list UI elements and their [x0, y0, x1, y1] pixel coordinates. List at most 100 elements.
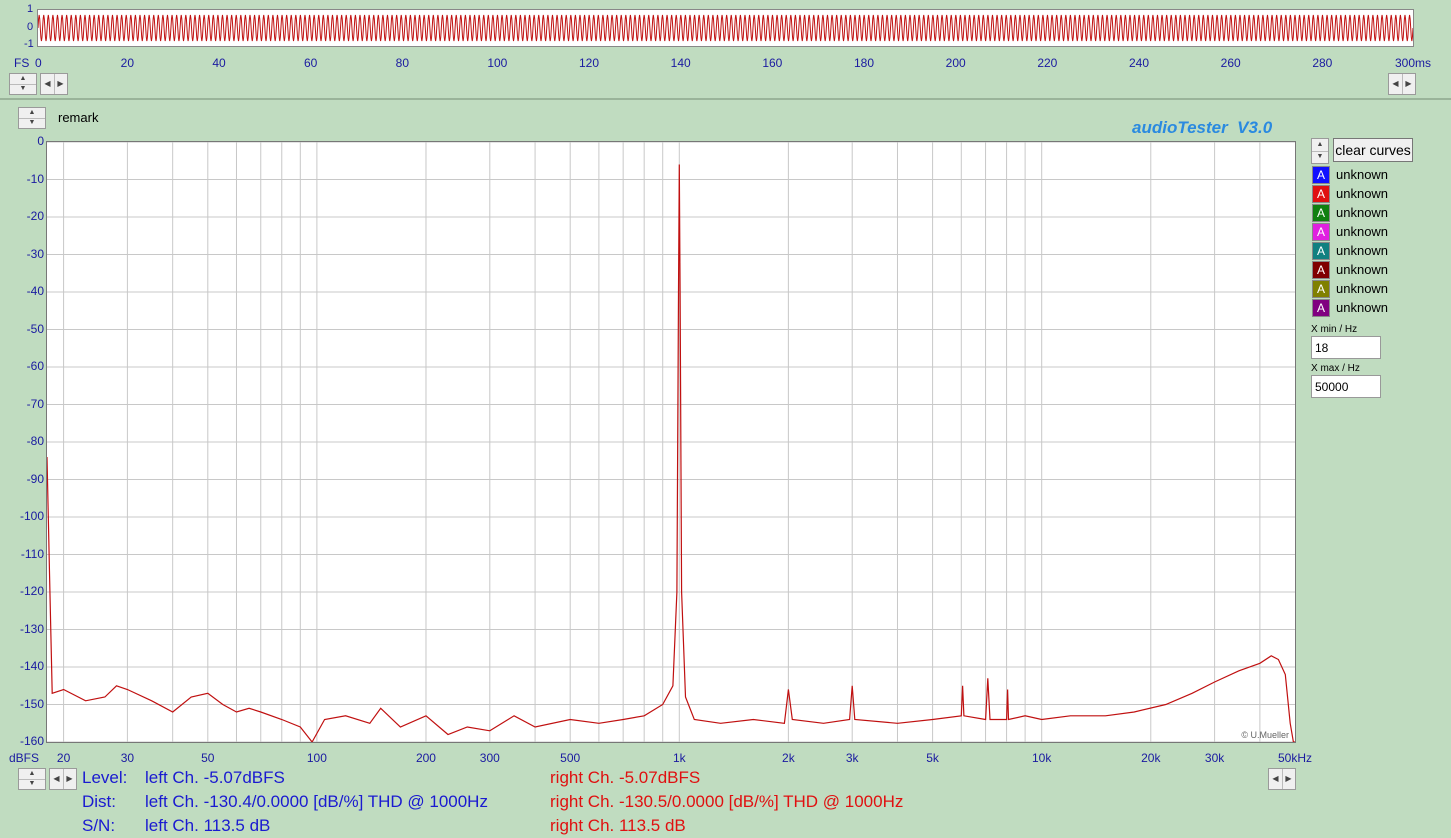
spectrum-plot: © U.Mueller — [46, 141, 1296, 744]
legend-item[interactable]: Aunknown — [1312, 299, 1432, 317]
level-label: Level: — [82, 768, 128, 787]
xmax-input[interactable] — [1311, 375, 1381, 398]
curve-toggle-icon[interactable]: A — [1312, 166, 1330, 184]
y-tick-label: -20 — [26, 209, 44, 223]
waveform-x-tick: 20 — [120, 56, 135, 70]
legend-item[interactable]: Aunknown — [1312, 280, 1432, 298]
spinner-down-icon[interactable]: ▼ — [19, 118, 45, 128]
right-sn-value: right Ch. 113.5 dB — [550, 816, 686, 835]
legend-item[interactable]: Aunknown — [1312, 223, 1432, 241]
curve-toggle-icon[interactable]: A — [1312, 261, 1330, 279]
y-tick-label: -100 — [19, 509, 44, 523]
x-tick-label: 10k — [1032, 751, 1052, 765]
y-tick-label: -140 — [19, 659, 44, 673]
y-tick-label: 0 — [37, 134, 44, 148]
legend-item[interactable]: Aunknown — [1312, 185, 1432, 203]
waveform-x-tick: 40 — [212, 56, 226, 70]
dist-label: Dist: — [82, 792, 116, 811]
left-level-value: left Ch. -5.07dBFS — [145, 768, 285, 787]
curve-toggle-icon[interactable]: A — [1312, 185, 1330, 203]
y-tick-label: -40 — [26, 284, 44, 298]
spinner-down-icon[interactable]: ▼ — [1312, 151, 1328, 163]
remark-label: remark — [58, 110, 99, 125]
legend-label: unknown — [1336, 186, 1389, 201]
x-tick-label: 200 — [415, 751, 436, 765]
waveform-x-tick: 220 — [1037, 56, 1058, 70]
x-tick-label: 30 — [120, 751, 135, 765]
y-tick-label: -160 — [19, 734, 44, 748]
waveform-x-tick: 100 — [487, 56, 508, 70]
waveform-x-tick: 300ms — [1395, 56, 1432, 70]
waveform-scroll-right-control[interactable]: ◀ ▶ — [1388, 73, 1416, 95]
waveform-x-tick: 240 — [1129, 56, 1150, 70]
waveform-amp-spinner[interactable]: ▲ ▼ — [9, 73, 37, 95]
curve-toggle-icon[interactable]: A — [1312, 242, 1330, 260]
arrow-left-icon[interactable]: ◀ — [1389, 74, 1403, 94]
x-tick-label: 50kHz — [1277, 751, 1313, 765]
waveform-x-tick: 160 — [762, 56, 783, 70]
arrow-right-icon[interactable]: ▶ — [1282, 769, 1295, 789]
curve-toggle-icon[interactable]: A — [1312, 223, 1330, 241]
waveform-svg — [37, 14, 1414, 42]
legend-label: unknown — [1336, 243, 1389, 258]
waveform-y-label-top: 1 — [27, 3, 34, 15]
legend-item[interactable]: Aunknown — [1312, 204, 1432, 222]
arrow-left-icon[interactable]: ◀ — [50, 769, 64, 789]
curve-toggle-icon[interactable]: A — [1312, 299, 1330, 317]
spinner-down-icon[interactable]: ▼ — [10, 84, 36, 94]
level-spinner[interactable]: ▲ ▼ — [18, 768, 46, 790]
waveform-x-tick: 120 — [579, 56, 600, 70]
legend-label: unknown — [1336, 300, 1389, 315]
y-tick-label: -10 — [26, 171, 44, 186]
curve-toggle-icon[interactable]: A — [1312, 204, 1330, 222]
spectrum-scroll-right-control[interactable]: ◀ ▶ — [1268, 768, 1296, 790]
spinner-down-icon[interactable]: ▼ — [19, 779, 45, 789]
y-tick-label: -60 — [26, 359, 44, 373]
legend-label: unknown — [1336, 167, 1389, 182]
spectrum-series-line — [46, 164, 1295, 744]
waveform-x-tick: 140 — [670, 56, 691, 70]
x-tick-label: 2k — [782, 751, 795, 765]
waveform-y-label-bottom: -1 — [24, 38, 34, 50]
remark-spinner[interactable]: ▲ ▼ — [18, 107, 46, 129]
legend-label: unknown — [1336, 205, 1389, 220]
x-tick-label: 30k — [1204, 751, 1225, 765]
x-tick-label: 3k — [845, 751, 859, 765]
sn-label: S/N: — [82, 816, 116, 835]
curve-toggle-icon[interactable]: A — [1312, 280, 1330, 298]
y-unit-label: dBFS — [9, 751, 40, 765]
x-tick-label: 500 — [560, 751, 581, 765]
arrow-right-icon[interactable]: ▶ — [1402, 74, 1415, 94]
legend-label: unknown — [1336, 224, 1389, 239]
y-tick-label: -70 — [26, 396, 44, 411]
arrow-left-icon[interactable]: ◀ — [1269, 769, 1283, 789]
clear-curves-button[interactable]: clear curves — [1333, 138, 1413, 162]
y-tick-label: -120 — [19, 584, 44, 598]
x-tick-label: 20k — [1141, 751, 1161, 765]
left-dist-value: left Ch. -130.4/0.0000 [dB/%] THD @ 1000… — [145, 792, 488, 811]
legend-label: unknown — [1336, 262, 1389, 277]
y-tick-label: -110 — [20, 546, 44, 561]
xmin-label: X min / Hz — [1311, 324, 1358, 335]
waveform-scroll-left-control[interactable]: ◀ ▶ — [40, 73, 68, 95]
legend-item[interactable]: Aunknown — [1312, 166, 1432, 184]
x-tick-label: 50 — [201, 751, 215, 765]
x-tick-label: 100 — [306, 751, 327, 765]
curve-select-spinner[interactable]: ▲ ▼ — [1311, 138, 1329, 164]
arrow-left-icon[interactable]: ◀ — [41, 74, 55, 94]
waveform-y-label-mid: 0 — [27, 21, 34, 33]
x-tick-label: 20 — [56, 751, 71, 765]
legend-item[interactable]: Aunknown — [1312, 261, 1432, 279]
y-tick-label: -90 — [26, 471, 44, 486]
spectrum-scroll-left-control[interactable]: ◀ ▶ — [49, 768, 77, 790]
arrow-right-icon[interactable]: ▶ — [63, 769, 76, 789]
xmin-input[interactable] — [1311, 336, 1381, 359]
y-tick-label: -30 — [26, 246, 44, 261]
waveform-x-tick: 280 — [1312, 56, 1333, 70]
legend-item[interactable]: Aunknown — [1312, 242, 1432, 260]
waveform-x-tick: 260 — [1220, 56, 1241, 70]
y-tick-label: -130 — [19, 621, 44, 636]
y-tick-label: -150 — [19, 696, 44, 711]
arrow-right-icon[interactable]: ▶ — [54, 74, 67, 94]
waveform-x-tick: 180 — [854, 56, 875, 70]
